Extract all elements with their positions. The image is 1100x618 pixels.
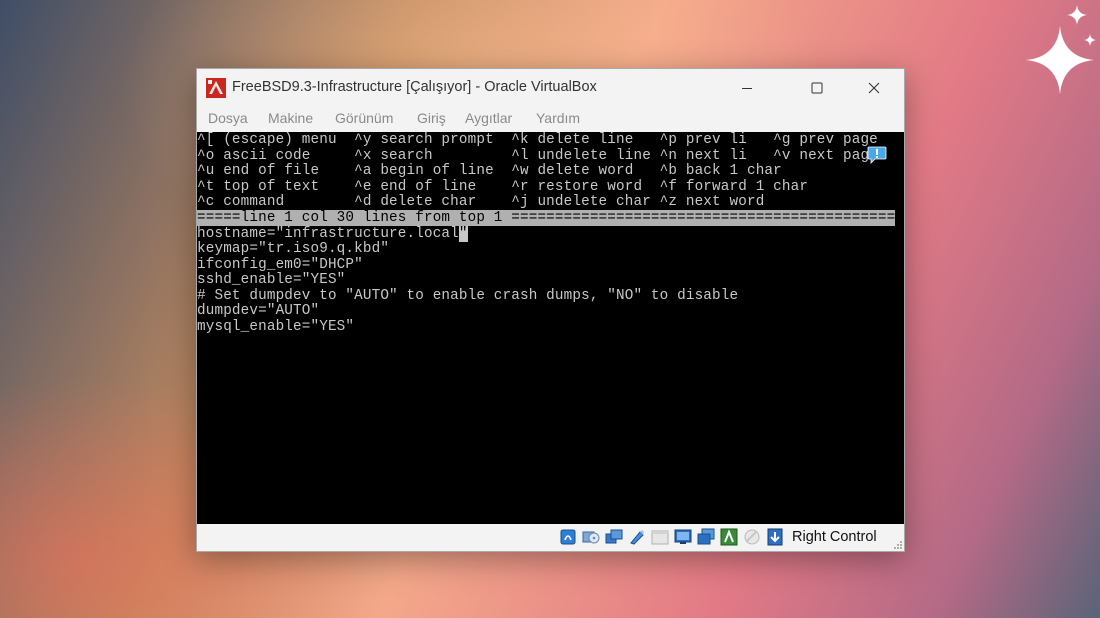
host-key-label: Right Control [792,529,877,545]
virtualbox-app-icon [206,78,226,98]
usb-icon[interactable] [628,528,646,546]
content-text: hostname="infrastructure.local [197,226,459,242]
menu-dosya[interactable]: Dosya [208,110,248,126]
maximize-button[interactable] [794,69,840,107]
help-line: ^c command ^d delete char ^j undelete ch… [197,194,765,210]
title-bar[interactable]: FreeBSD9.3-Infrastructure [Çalışıyor] - … [197,69,904,107]
sparkle-small-icon [1067,5,1087,25]
hard-disk-icon[interactable] [559,528,577,546]
shared-folders-icon[interactable] [651,528,669,546]
content-line: sshd_enable="YES" [197,272,346,288]
menu-yardim[interactable]: Yardım [536,110,580,126]
close-button[interactable] [851,69,897,107]
menu-aygitlar[interactable]: Aygıtlar [465,110,512,126]
minimize-icon [742,88,752,89]
menu-bar: Dosya Makine Görünüm Giriş Aygıtlar Yard… [197,107,904,132]
content-line: ifconfig_em0="DHCP" [197,257,363,273]
help-line: ^o ascii code ^x search ^l undelete line… [197,148,878,164]
content-line: hostname="infrastructure.local" [197,226,468,242]
cpu-icon[interactable] [743,528,761,546]
virtualbox-window: FreeBSD9.3-Infrastructure [Çalışıyor] - … [196,68,905,552]
network-icon[interactable] [605,528,623,546]
optical-drive-icon[interactable] [582,528,600,546]
menu-giris[interactable]: Giriş [417,110,446,126]
editor-status-line: =====line 1 col 30 lines from top 1 ====… [197,210,896,226]
video-capture-icon[interactable] [697,528,715,546]
content-line: dumpdev="AUTO" [197,303,320,319]
window-title: FreeBSD9.3-Infrastructure [Çalışıyor] - … [232,79,597,95]
content-line: # Set dumpdev to "AUTO" to enable crash … [197,288,739,304]
maximize-icon [811,82,823,94]
menu-gorunum[interactable]: Görünüm [335,110,393,126]
status-bar: Right Control [197,524,904,551]
vm-screen[interactable]: ^[ (escape) menu ^y search prompt ^k del… [197,132,904,524]
help-line: ^[ (escape) menu ^y search prompt ^k del… [197,132,878,148]
close-icon [868,82,880,94]
help-line: ^u end of file ^a begin of line ^w delet… [197,163,782,179]
content-line: mysql_enable="YES" [197,319,355,335]
text-cursor: " [458,226,468,242]
sparkle-tiny-icon [1084,34,1096,46]
help-line: ^t top of text ^e end of line ^r restore… [197,179,809,195]
content-line: keymap="tr.iso9.q.kbd" [197,241,390,257]
notification-icon[interactable] [867,146,887,164]
minimize-button[interactable] [724,69,770,107]
menu-makine[interactable]: Makine [268,110,313,126]
resize-grip-icon[interactable] [893,540,903,550]
display-icon[interactable] [674,528,692,546]
recording-icon[interactable] [720,528,738,546]
mouse-integration-icon[interactable] [766,528,784,546]
